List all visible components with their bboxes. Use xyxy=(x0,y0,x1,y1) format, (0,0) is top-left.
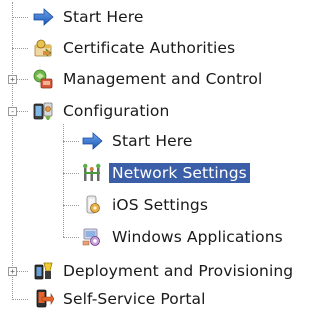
tree-item-label: iOS Settings xyxy=(112,196,209,214)
tree-guide-h xyxy=(63,173,79,174)
tree-guide-h xyxy=(17,271,28,272)
windows-apps-icon xyxy=(81,226,103,248)
tree-item-label: Certificate Authorities xyxy=(63,39,236,57)
ios-settings-icon xyxy=(81,194,103,216)
tree-item-ios-settings[interactable]: iOS Settings xyxy=(81,191,211,219)
tree-item-label: Start Here xyxy=(112,132,193,150)
management-icon xyxy=(32,68,54,90)
tree-guide-h xyxy=(63,141,79,142)
collapse-configuration-toggle[interactable]: - xyxy=(8,107,17,116)
tree-item-configuration[interactable]: Configuration xyxy=(32,97,172,125)
tree-guide-h xyxy=(12,299,28,300)
tree-item-label: Configuration xyxy=(63,102,170,120)
arrow-right-icon xyxy=(32,6,54,28)
tree-item-deployment-and-provisioning[interactable]: Deployment and Provisioning xyxy=(32,257,296,285)
tree-item-configuration-start-here[interactable]: Start Here xyxy=(81,127,196,155)
tree-guide-h xyxy=(63,205,79,206)
tree-item-certificate-authorities[interactable]: Certificate Authorities xyxy=(32,34,238,62)
tree-guide-h xyxy=(12,48,28,49)
expand-management-toggle[interactable]: + xyxy=(8,75,17,84)
tree-guide-h xyxy=(17,79,28,80)
tree-item-management-and-control[interactable]: Management and Control xyxy=(32,65,265,93)
tree-guide-h xyxy=(17,111,28,112)
certificate-icon xyxy=(32,37,54,59)
tree-item-windows-applications[interactable]: Windows Applications xyxy=(81,223,286,251)
network-icon xyxy=(81,162,103,184)
configuration-icon xyxy=(32,100,54,122)
tree-item-label: Network Settings xyxy=(109,163,250,183)
tree-item-label: Deployment and Provisioning xyxy=(63,262,294,280)
tree-guide-h xyxy=(63,237,79,238)
tree-item-label: Start Here xyxy=(63,8,144,26)
tree-guide-h xyxy=(12,17,28,18)
tree-item-label: Self-Service Portal xyxy=(63,290,206,308)
configuration-tree: + - + Start Here Certificate Authorities… xyxy=(0,0,322,315)
arrow-right-icon xyxy=(81,130,103,152)
tree-item-start-here[interactable]: Start Here xyxy=(32,3,147,31)
tree-item-network-settings[interactable]: Network Settings xyxy=(81,159,250,187)
tree-item-label: Windows Applications xyxy=(112,228,283,246)
portal-icon xyxy=(32,288,54,310)
expand-deployment-toggle[interactable]: + xyxy=(8,267,17,276)
deployment-icon xyxy=(32,260,54,282)
tree-item-label: Management and Control xyxy=(63,70,263,88)
tree-guide-root xyxy=(12,2,13,298)
tree-item-self-service-portal[interactable]: Self-Service Portal xyxy=(32,285,209,313)
